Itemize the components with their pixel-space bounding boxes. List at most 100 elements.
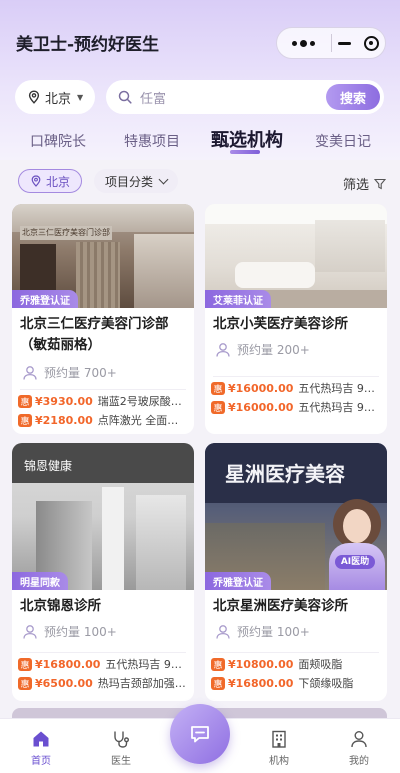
appointment-count-label: 预约量 100+ [44,625,117,639]
clinic-photo: 艾莱菲认证 [205,204,387,308]
price-description: 点阵激光 全面部补... [97,414,188,427]
clinic-sign: 星洲医疗美容 [225,462,345,486]
appointment-count: 预约量 200+ [205,335,387,358]
discount-tag: 惠 [18,657,32,671]
photo-sofa [235,262,315,288]
user-icon [23,624,37,639]
category-tabs: 口碑院长 特惠项目 甄选机构 变美日记 [0,125,400,157]
price-amount: ¥10800.00 [228,657,294,671]
price-description: 下颌缘吸脂 [298,677,354,690]
photo-window [315,220,385,272]
city-filter-chip[interactable]: 北京 [18,169,82,193]
minimize-icon[interactable] [331,41,357,45]
clinic-photo: 锦恩健康 明星同款 [12,443,194,590]
certification-badge: 乔雅登认证 [12,290,78,308]
clinic-card[interactable]: 艾莱菲认证 北京小芙医疗美容诊所 预约量 200+ 惠 ¥16000.00 五代… [205,204,387,434]
nav-doctor[interactable]: 医生 [96,729,146,767]
funnel-icon [374,178,386,189]
tab-special-offers[interactable]: 特惠项目 [124,131,180,151]
clinic-card[interactable]: 锦恩健康 明星同款 北京锦恩诊所 预约量 100+ 惠 ¥16800.00 五代… [12,443,194,701]
clinic-photo: 星洲医疗美容 AI医助 乔雅登认证 [205,443,387,590]
mini-program-capsule [276,27,386,59]
title-bar: 美卫士-预约好医生 [0,0,400,76]
screen-filter-label: 筛选 [342,178,369,193]
clinic-sign: 北京三仁医疗美容门诊部 [20,226,112,240]
location-pin-icon [28,90,40,104]
certification-badge: 明星同款 [12,572,68,590]
discount-tag: 惠 [18,413,32,427]
screen-filter-button[interactable]: 筛选 [343,174,386,193]
nav-profile[interactable]: 我的 [334,729,384,767]
clinic-name: 北京小芙医疗美容诊所 [213,316,348,332]
user-icon [216,624,230,639]
photo-wall [134,234,194,308]
appointment-count-label: 预约量 100+ [237,625,310,639]
clinic-sign: 锦恩健康 [24,459,73,473]
city-selector[interactable]: 北京 ▼ [15,80,95,114]
price-row[interactable]: 惠 ¥6500.00 热玛吉颈部加强单... [12,672,194,691]
price-description: 瑞蓝2号玻尿酸1m... [97,395,188,408]
more-menu-icon[interactable] [277,28,331,58]
certification-badge: 乔雅登认证 [205,572,271,590]
nav-home[interactable]: 首页 [16,729,66,767]
appointment-count-label: 预约量 700+ [44,366,117,380]
photo-pillar [102,487,124,590]
ai-assistant-face [343,509,371,543]
price-row[interactable]: 惠 ¥2180.00 点阵激光 全面部补... [12,409,194,428]
price-row[interactable]: 惠 ¥10800.00 面颊吸脂 [205,653,387,672]
price-amount: ¥16800.00 [228,676,294,690]
user-icon [216,342,230,357]
discount-tag: 惠 [211,381,225,395]
price-description: 热玛吉颈部加强单... [97,677,188,690]
nav-institution-label: 机构 [269,756,289,767]
nav-doctor-label: 医生 [111,756,131,767]
city-filter-label: 北京 [45,174,70,189]
clinic-name: 北京锦恩诊所 [20,598,101,614]
dropdown-caret-icon: ▼ [77,92,84,102]
search-button[interactable]: 搜索 [326,84,380,110]
appointment-count-label: 预约量 200+ [237,343,310,357]
discount-tag: 惠 [211,676,225,690]
app-title: 美卫士-预约好医生 [16,35,160,55]
price-row[interactable]: 惠 ¥16000.00 五代热玛吉 900 ... [205,377,387,396]
discount-tag: 惠 [18,676,32,690]
price-row[interactable]: 惠 ¥3930.00 瑞蓝2号玻尿酸1m... [12,390,194,409]
discount-tag: 惠 [211,400,225,414]
consult-chat-button[interactable] [170,704,230,764]
discount-tag: 惠 [211,657,225,671]
search-bar[interactable]: 任富 搜索 [106,80,384,114]
price-description: 五代热玛吉 900 ... [298,401,381,414]
tab-beauty-diary[interactable]: 变美日记 [315,131,371,151]
clinic-card[interactable]: 北京三仁医疗美容门诊部 乔雅登认证 北京三仁医疗美容门诊部（敏茹丽格） 预约量 … [12,204,194,434]
nav-institution[interactable]: 机构 [254,729,304,767]
photo-curtain [76,242,120,308]
price-amount: ¥2180.00 [35,413,93,427]
price-row[interactable]: 惠 ¥16800.00 下颌缘吸脂 [205,672,387,691]
location-pin-icon [31,175,41,187]
user-icon [351,731,367,748]
active-tab-indicator [230,150,260,154]
price-amount: ¥3930.00 [35,394,93,408]
home-icon [33,731,49,747]
user-icon [23,365,37,380]
price-amount: ¥16800.00 [35,657,101,671]
discount-tag: 惠 [18,394,32,408]
tab-reputation-director[interactable]: 口碑院长 [30,131,86,151]
price-row[interactable]: 惠 ¥16800.00 五代热玛吉 900 ... [12,653,194,672]
category-filter-chip[interactable]: 项目分类 [94,169,178,193]
nav-home-label: 首页 [31,756,51,767]
close-target-icon[interactable] [357,35,385,51]
ai-assistant-button[interactable]: AI医助 [335,555,375,569]
search-icon [118,90,132,104]
tab-selected-institutions[interactable]: 甄选机构 [211,126,283,152]
photo-wall [136,495,186,590]
search-input[interactable]: 任富 [140,88,166,107]
clinic-photo: 北京三仁医疗美容门诊部 乔雅登认证 [12,204,194,308]
price-description: 五代热玛吉 900 ... [298,382,381,395]
category-filter-label: 项目分类 [104,174,153,189]
price-amount: ¥6500.00 [35,676,93,690]
price-row[interactable]: 惠 ¥16000.00 五代热玛吉 900 ... [205,396,387,415]
price-amount: ¥16000.00 [228,400,294,414]
clinic-card[interactable]: 星洲医疗美容 AI医助 乔雅登认证 北京星洲医疗美容诊所 预约量 100+ 惠 … [205,443,387,701]
appointment-count: 预约量 100+ [12,617,194,640]
